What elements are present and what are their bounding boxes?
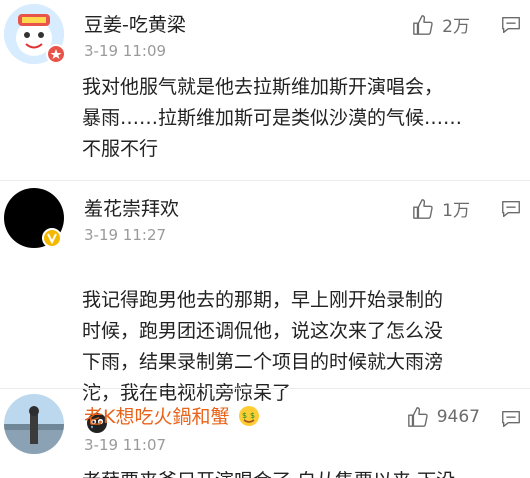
comment-body: 我记得跑男他去的那期，早上刚开始录制的 时候，跑男团还调侃他，说这次来了怎么没 … [82, 289, 444, 404]
comment-author[interactable]: 豆姜-吃黄梁 [84, 10, 186, 37]
avatar-image [4, 394, 64, 454]
comment-text: 老薛要来爷只开演唱会了 自从售票以来 下没 [82, 466, 522, 478]
verified-badge [42, 228, 62, 248]
vip-badge [46, 44, 66, 64]
money-eyes-icon: $ $ [238, 406, 259, 426]
comment-item: 羞花崇拜欢 3-19 11:27 1万 我记得跑男他去的那期，早上刚开始录制的 … [0, 182, 530, 433]
like-count: 2万 [442, 17, 470, 37]
like-count: 9467 [436, 407, 480, 427]
comment-icon [502, 200, 520, 218]
like-button[interactable]: 2万 [412, 12, 470, 37]
comment-author[interactable]: 老K想吃火鍋和蟹 $ $ [84, 402, 260, 429]
comment-icon [502, 16, 520, 34]
comment-item: 豆姜-吃黄梁 3-19 11:09 2万 我对他服气就是他去拉斯维加斯开演唱会，… [0, 0, 530, 180]
like-button[interactable]: 1万 [412, 196, 470, 221]
comment-timestamp: 3-19 11:09 [84, 42, 167, 60]
avatar[interactable] [4, 394, 64, 454]
comment-feed: 豆姜-吃黄梁 3-19 11:09 2万 我对他服气就是他去拉斯维加斯开演唱会，… [0, 0, 530, 478]
divider [0, 388, 530, 389]
comment-icon [502, 410, 520, 428]
divider [0, 180, 530, 181]
comment-author[interactable]: 羞花崇拜欢 [84, 194, 179, 221]
comment-timestamp: 3-19 11:07 [84, 436, 167, 454]
svg-text:$: $ [242, 411, 247, 420]
reply-button[interactable] [500, 14, 522, 40]
like-count: 1万 [442, 201, 470, 221]
svg-text:$: $ [250, 411, 255, 420]
thumbs-up-icon [413, 198, 433, 219]
thumbs-up-icon [407, 407, 428, 427]
reply-button[interactable] [500, 408, 522, 434]
comment-timestamp: 3-19 11:27 [84, 226, 167, 244]
thumbs-up-icon [413, 14, 433, 35]
reply-button[interactable] [500, 198, 522, 224]
like-button[interactable]: 9467 [407, 406, 480, 428]
comment-text: 我对他服气就是他去拉斯维加斯开演唱会， 暴雨……拉斯维加斯可是类似沙漠的气候……… [82, 76, 463, 160]
comment-item: 老K想吃火鍋和蟹 $ $ 3-19 11:07 9467 老薛要来爷只开演唱会了… [0, 390, 530, 478]
